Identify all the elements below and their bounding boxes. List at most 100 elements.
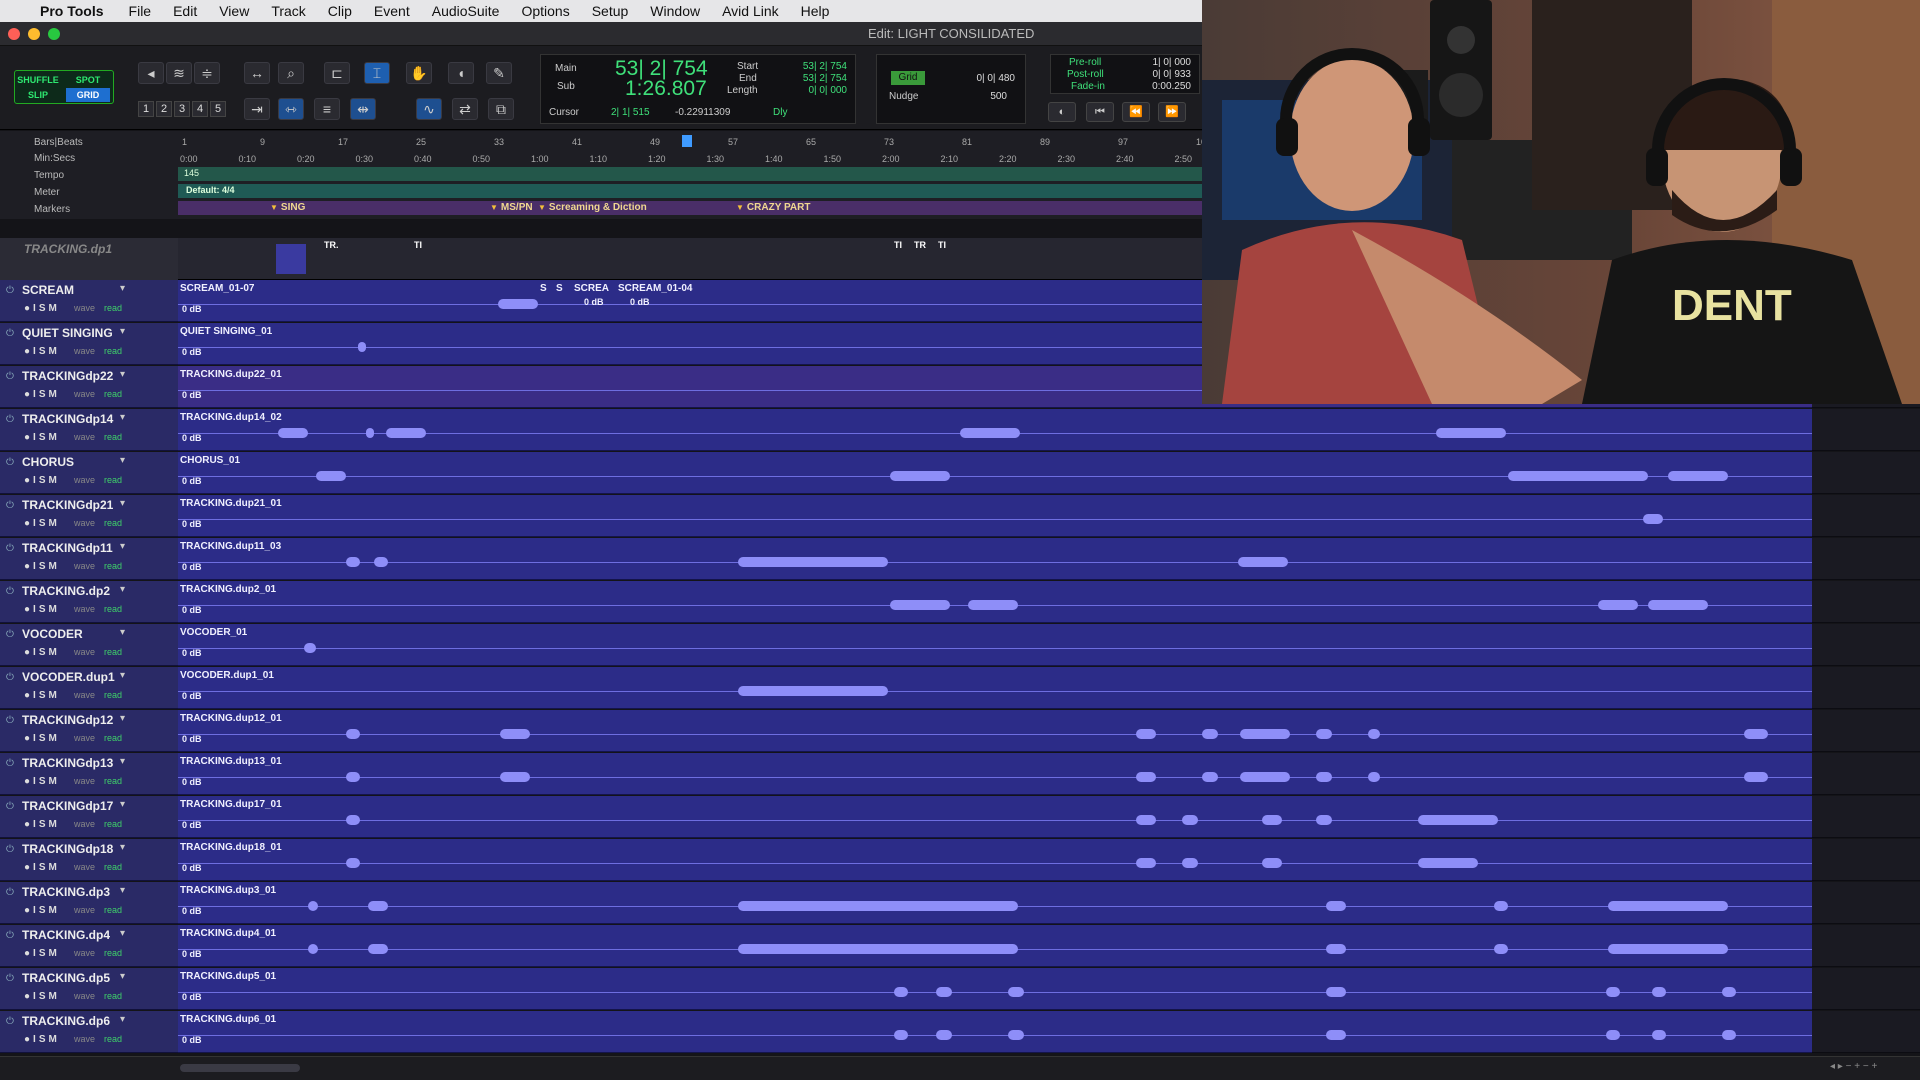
pencil-tool-icon[interactable]: ✎: [486, 62, 512, 84]
clip-gain[interactable]: 0 dB: [630, 297, 650, 307]
track-view-selector[interactable]: wave: [74, 776, 95, 786]
automation-mode-selector[interactable]: read: [104, 389, 122, 399]
selector-tool-icon[interactable]: ⌶: [364, 62, 390, 84]
clip-name[interactable]: TRACKING.dup14_02: [180, 412, 282, 423]
mute-button[interactable]: M: [49, 776, 60, 787]
midi-zoom-icon[interactable]: ≑: [194, 62, 220, 84]
track-name-dropdown-icon[interactable]: ▾: [120, 455, 125, 466]
track-view-selector[interactable]: wave: [74, 905, 95, 915]
mute-button[interactable]: M: [49, 733, 60, 744]
record-button[interactable]: ●: [24, 518, 33, 529]
track-name-dropdown-icon[interactable]: ▾: [120, 713, 125, 724]
solo-button[interactable]: S: [39, 690, 49, 701]
mute-button[interactable]: M: [49, 604, 60, 615]
automation-mode-selector[interactable]: read: [104, 862, 122, 872]
track-header[interactable]: ⏻ SCREAM ▾ ●ISM wave read: [0, 280, 178, 322]
clip-gain[interactable]: 0 dB: [182, 820, 202, 830]
track-name-dropdown-icon[interactable]: ▾: [120, 541, 125, 552]
track-power-icon[interactable]: ⏻: [6, 500, 14, 511]
markers-ruler-label[interactable]: Markers: [34, 204, 70, 215]
menu-event[interactable]: Event: [363, 3, 421, 19]
track-power-icon[interactable]: ⏻: [6, 543, 14, 554]
mute-button[interactable]: M: [49, 561, 60, 572]
menu-edit[interactable]: Edit: [162, 3, 208, 19]
menu-track[interactable]: Track: [260, 3, 316, 19]
clip-name[interactable]: CHORUS_01: [180, 455, 240, 466]
clip-name[interactable]: TRACKING.dup17_01: [180, 799, 282, 810]
track-header[interactable]: ⏻ TRACKING.dp6 ▾ ●ISM wave read: [0, 1011, 178, 1053]
mute-button[interactable]: M: [49, 690, 60, 701]
track-header[interactable]: ⏻ TRACKINGdp21 ▾ ●ISM wave read: [0, 495, 178, 537]
track-view-selector[interactable]: wave: [74, 432, 95, 442]
mirror-midi-icon[interactable]: ⇄: [452, 98, 478, 120]
track-name-dropdown-icon[interactable]: ▾: [120, 369, 125, 380]
fadein-value[interactable]: 0:00.250: [1141, 81, 1191, 92]
track-row[interactable]: ⏻ CHORUS ▾ ●ISM wave read CHORUS_01 0 dB: [0, 452, 1920, 495]
record-button[interactable]: ●: [24, 604, 33, 615]
zoom-controls-icon[interactable]: ◂ ▸ − + − +: [1830, 1061, 1877, 1072]
minsecs-ruler-label[interactable]: Min:Secs: [34, 153, 75, 164]
track-view-selector[interactable]: wave: [74, 561, 95, 571]
postroll-value[interactable]: 0| 0| 933: [1141, 69, 1191, 80]
menu-setup[interactable]: Setup: [581, 3, 640, 19]
menu-window[interactable]: Window: [639, 3, 711, 19]
mute-button[interactable]: M: [49, 1034, 60, 1045]
clip-overlap-icon[interactable]: ⧉: [488, 98, 514, 120]
solo-button[interactable]: S: [39, 819, 49, 830]
clip-gain[interactable]: 0 dB: [182, 562, 202, 572]
clip-name[interactable]: TRACKING.dup21_01: [180, 498, 282, 509]
track-lane[interactable]: TRACKING.dup21_01 0 dB: [178, 495, 1812, 537]
automation-follows-icon[interactable]: ∿: [416, 98, 442, 120]
track-header[interactable]: ⏻ TRACKINGdp13 ▾ ●ISM wave read: [0, 753, 178, 795]
trim-tool-icon[interactable]: ⊏: [324, 62, 350, 84]
track-row[interactable]: ⏻ TRACKING.dp3 ▾ ●ISM wave read TRACKING.dup3_…: [0, 882, 1920, 925]
solo-button[interactable]: S: [39, 905, 49, 916]
delay-compensation[interactable]: Dly: [773, 107, 803, 118]
scrubber-tool-icon[interactable]: ◖: [448, 62, 474, 84]
track-power-icon[interactable]: ⏻: [6, 629, 14, 640]
mute-button[interactable]: M: [49, 518, 60, 529]
solo-button[interactable]: S: [39, 604, 49, 615]
clip-name[interactable]: TRACKING.dup4_01: [180, 928, 276, 939]
clip-name[interactable]: SCREAM_01-07: [180, 283, 254, 294]
bars-ruler-label[interactable]: Bars|Beats: [34, 137, 83, 148]
grid-toggle[interactable]: Grid: [891, 71, 925, 85]
zoom-preset-5[interactable]: 5: [210, 101, 226, 117]
sub-counter[interactable]: 1:26.807: [625, 77, 707, 101]
mute-button[interactable]: M: [49, 948, 60, 959]
mute-button[interactable]: M: [49, 389, 60, 400]
track-header[interactable]: ⏻ TRACKING.dp5 ▾ ●ISM wave read: [0, 968, 178, 1010]
clip-gain[interactable]: 0 dB: [182, 691, 202, 701]
marker-lane[interactable]: SING MS/PN Screaming & Diction CRAZY PAR…: [178, 201, 1202, 215]
clip-gain[interactable]: 0 dB: [182, 777, 202, 787]
record-button[interactable]: ●: [24, 303, 33, 314]
track-view-selector[interactable]: wave: [74, 389, 95, 399]
track-view-selector[interactable]: wave: [74, 604, 95, 614]
track-name[interactable]: TRACKING.dp2: [22, 584, 110, 598]
track-lane[interactable]: TRACKING.dup6_01 0 dB: [178, 1011, 1812, 1053]
tab-to-transient-icon[interactable]: ⇥: [244, 98, 270, 120]
track-header[interactable]: ⏻ TRACKINGdp18 ▾ ●ISM wave read: [0, 839, 178, 881]
preroll-value[interactable]: 1| 0| 000: [1141, 57, 1191, 68]
record-button[interactable]: ●: [24, 432, 33, 443]
preroll-label[interactable]: Pre-roll: [1069, 57, 1101, 68]
track-lane[interactable]: CHORUS_01 0 dB: [178, 452, 1812, 494]
track-header[interactable]: ⏻ QUIET SINGING ▾ ●ISM wave read: [0, 323, 178, 365]
track-header[interactable]: ⏻ TRACKINGdp17 ▾ ●ISM wave read: [0, 796, 178, 838]
track-header[interactable]: ⏻ TRACKING.dp3 ▾ ●ISM wave read: [0, 882, 178, 924]
track-lane[interactable]: VOCODER_01 0 dB: [178, 624, 1812, 666]
mute-button[interactable]: M: [49, 991, 60, 1002]
track-lane[interactable]: TRACKING.dup5_01 0 dB: [178, 968, 1812, 1010]
clip-gain[interactable]: 0 dB: [182, 347, 202, 357]
automation-mode-selector[interactable]: read: [104, 690, 122, 700]
menu-audiosuite[interactable]: AudioSuite: [421, 3, 511, 19]
clip-name[interactable]: VOCODER.dup1_01: [180, 670, 274, 681]
automation-mode-selector[interactable]: read: [104, 346, 122, 356]
menu-clip[interactable]: Clip: [317, 3, 363, 19]
solo-button[interactable]: S: [39, 776, 49, 787]
track-power-icon[interactable]: ⏻: [6, 930, 14, 941]
track-name-dropdown-icon[interactable]: ▾: [120, 799, 125, 810]
record-button[interactable]: ●: [24, 991, 33, 1002]
automation-mode-selector[interactable]: read: [104, 905, 122, 915]
track-lane[interactable]: TRACKING.dup12_01 0 dB: [178, 710, 1812, 752]
